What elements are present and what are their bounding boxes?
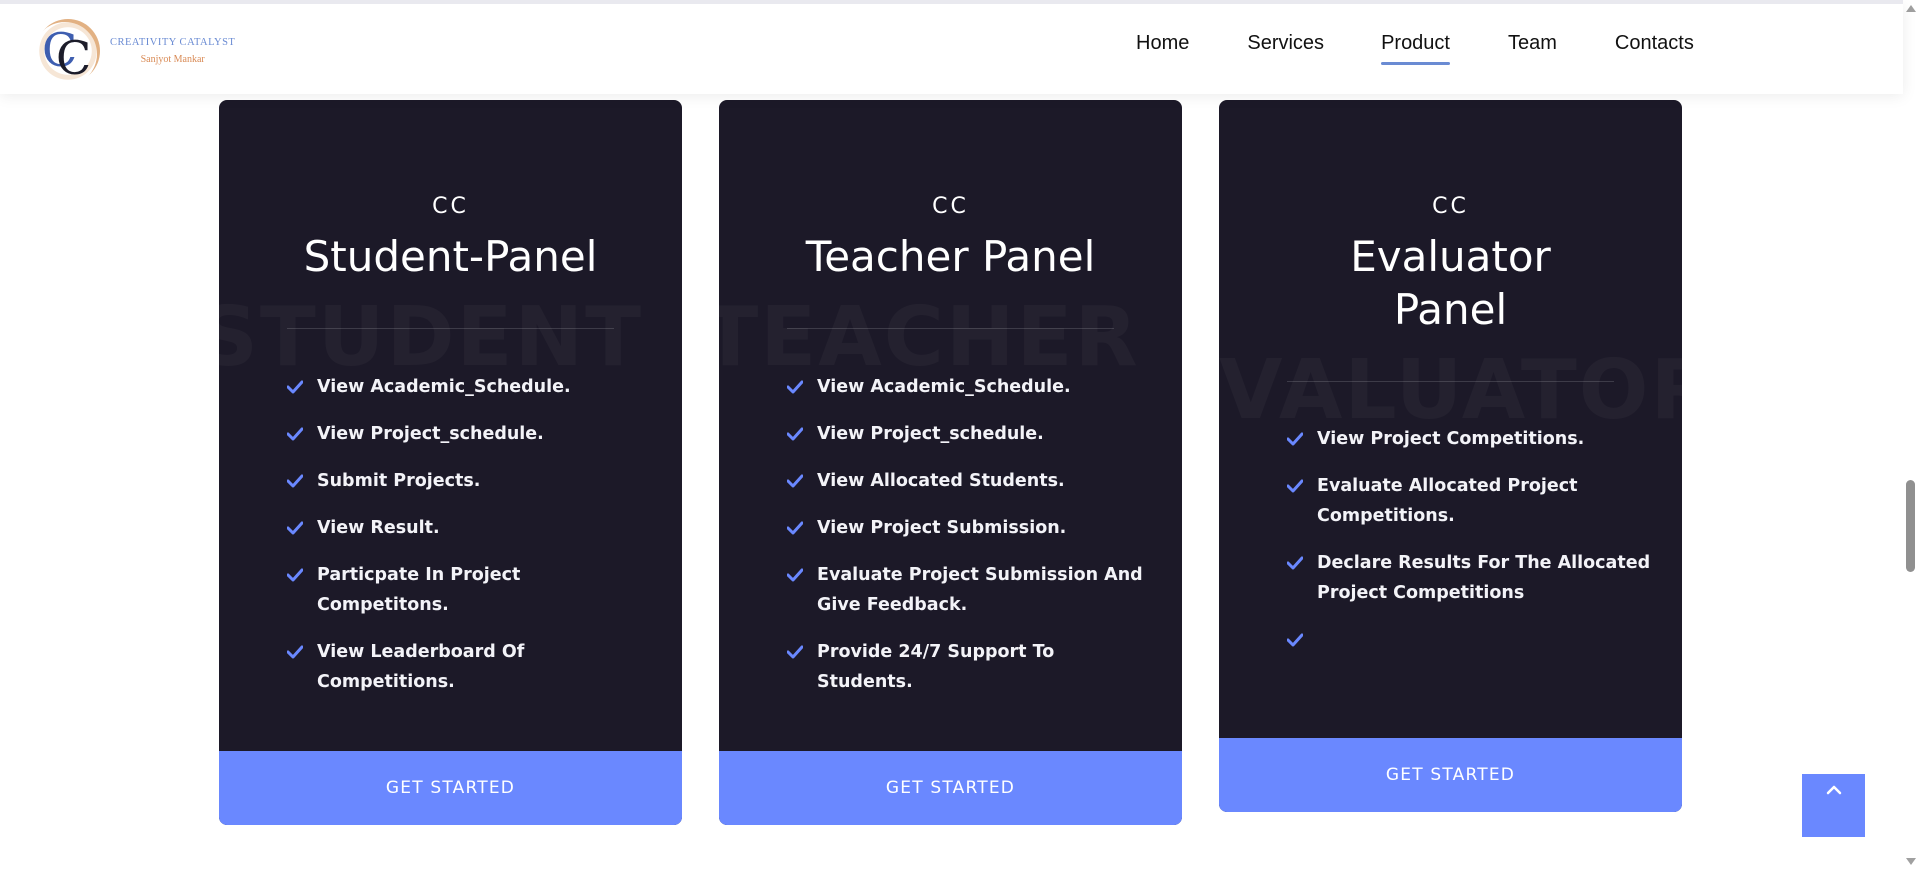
feature-text: View Project Competitions. xyxy=(1317,429,1585,449)
check-icon xyxy=(787,645,803,659)
feature-item: View Leaderboard Of Competitions. xyxy=(287,637,652,697)
scroll-down-arrow-icon[interactable] xyxy=(1906,858,1916,865)
logo-subtitle: Sanjyot Mankar xyxy=(140,54,205,65)
feature-text: Declare Results For The Allocated Projec… xyxy=(1317,553,1651,603)
logo-text: CREATIVITY CATALYST Sanjyot Mankar xyxy=(110,37,235,65)
feature-item: Provide 24/7 Support To Students. xyxy=(787,637,1152,697)
check-icon xyxy=(1287,432,1303,446)
feature-item: View Academic_Schedule. xyxy=(787,372,1152,402)
feature-text: View Project_schedule. xyxy=(317,424,544,444)
evaluator-panel-card: EVALUATOR CC Evaluator Panel View Projec… xyxy=(1219,100,1682,812)
card-prefix: CC xyxy=(432,194,469,219)
card-watermark: STUDENT xyxy=(219,290,681,385)
check-icon xyxy=(287,521,303,535)
chevron-up-icon xyxy=(1826,785,1842,795)
card-watermark: TEACHER xyxy=(719,290,1181,385)
feature-item: View Project Competitions. xyxy=(1287,424,1652,454)
feature-item: View Result. xyxy=(287,513,652,543)
card-divider xyxy=(787,328,1114,329)
feature-text: View Result. xyxy=(317,518,440,538)
feature-text: Provide 24/7 Support To Students. xyxy=(817,642,1055,692)
feature-text: View Academic_Schedule. xyxy=(317,377,571,397)
scroll-thumb[interactable] xyxy=(1906,480,1915,572)
student-panel-card: STUDENT CC Student-Panel View Academic_S… xyxy=(219,100,682,825)
feature-text: Particpate In Project Competitons. xyxy=(317,565,521,615)
teacher-panel-card: TEACHER CC Teacher Panel View Academic_S… xyxy=(719,100,1182,825)
card-title: Student-Panel xyxy=(303,232,598,281)
feature-item: Particpate In Project Competitons. xyxy=(287,560,652,620)
logo-mark-icon: CC xyxy=(36,19,100,85)
check-icon xyxy=(287,474,303,488)
feature-text: View Project_schedule. xyxy=(817,424,1044,444)
check-icon xyxy=(287,427,303,441)
feature-item: View Project Submission. xyxy=(787,513,1152,543)
feature-item: Submit Projects. xyxy=(287,466,652,496)
top-border xyxy=(0,0,1903,4)
feature-list: View Academic_Schedule. View Project_sch… xyxy=(787,372,1152,714)
card-title: Evaluator xyxy=(1350,232,1551,281)
get-started-button[interactable]: GET STARTED xyxy=(1219,738,1682,812)
nav-product[interactable]: Product xyxy=(1381,32,1450,65)
main-nav: Home Services Product Team Contacts xyxy=(1136,32,1694,65)
feature-item: Evaluate Project Submission And Give Fee… xyxy=(787,560,1152,620)
scroll-up-arrow-icon[interactable] xyxy=(1906,5,1916,12)
page-scrollbar[interactable] xyxy=(1903,0,1918,871)
feature-text: View Academic_Schedule. xyxy=(817,377,1071,397)
nav-team[interactable]: Team xyxy=(1508,32,1557,61)
check-icon xyxy=(287,380,303,394)
check-icon xyxy=(1287,556,1303,570)
feature-text: Evaluate Allocated Project Competitions. xyxy=(1317,476,1578,526)
nav-contacts[interactable]: Contacts xyxy=(1615,32,1694,61)
nav-services[interactable]: Services xyxy=(1247,32,1324,61)
card-divider xyxy=(287,328,614,329)
feature-text: View Leaderboard Of Competitions. xyxy=(317,642,525,692)
feature-item: View Allocated Students. xyxy=(787,466,1152,496)
feature-item: View Project_schedule. xyxy=(287,419,652,449)
feature-list: View Academic_Schedule. View Project_sch… xyxy=(287,372,652,714)
get-started-button[interactable]: GET STARTED xyxy=(719,751,1182,825)
card-prefix: CC xyxy=(1432,194,1469,219)
card-title-line2: Panel xyxy=(1393,285,1508,334)
nav-home[interactable]: Home xyxy=(1136,32,1189,61)
feature-list: View Project Competitions. Evaluate Allo… xyxy=(1287,424,1652,647)
feature-item: Evaluate Allocated Project Competitions. xyxy=(1287,471,1652,531)
feature-text: View Allocated Students. xyxy=(817,471,1065,491)
feature-text: Submit Projects. xyxy=(317,471,481,491)
site-header: CC CREATIVITY CATALYST Sanjyot Mankar Ho… xyxy=(0,4,1903,94)
check-icon xyxy=(787,521,803,535)
card-prefix: CC xyxy=(932,194,969,219)
check-icon xyxy=(787,474,803,488)
card-title: Teacher Panel xyxy=(805,232,1096,281)
get-started-button[interactable]: GET STARTED xyxy=(219,751,682,825)
check-icon xyxy=(287,645,303,659)
card-divider xyxy=(1287,381,1614,382)
feature-text: Evaluate Project Submission And Give Fee… xyxy=(817,565,1143,615)
feature-text: View Project Submission. xyxy=(817,518,1067,538)
feature-item: Declare Results For The Allocated Projec… xyxy=(1287,548,1652,608)
check-icon xyxy=(787,380,803,394)
check-icon xyxy=(1287,633,1303,647)
logo-title: CREATIVITY CATALYST xyxy=(110,37,236,48)
check-icon xyxy=(787,427,803,441)
check-icon xyxy=(1287,479,1303,493)
brand-logo[interactable]: CC CREATIVITY CATALYST Sanjyot Mankar xyxy=(36,18,252,85)
feature-item: View Academic_Schedule. xyxy=(287,372,652,402)
check-icon xyxy=(787,568,803,582)
feature-item: View Project_schedule. xyxy=(787,419,1152,449)
back-to-top-button[interactable] xyxy=(1802,774,1865,837)
check-icon xyxy=(287,568,303,582)
